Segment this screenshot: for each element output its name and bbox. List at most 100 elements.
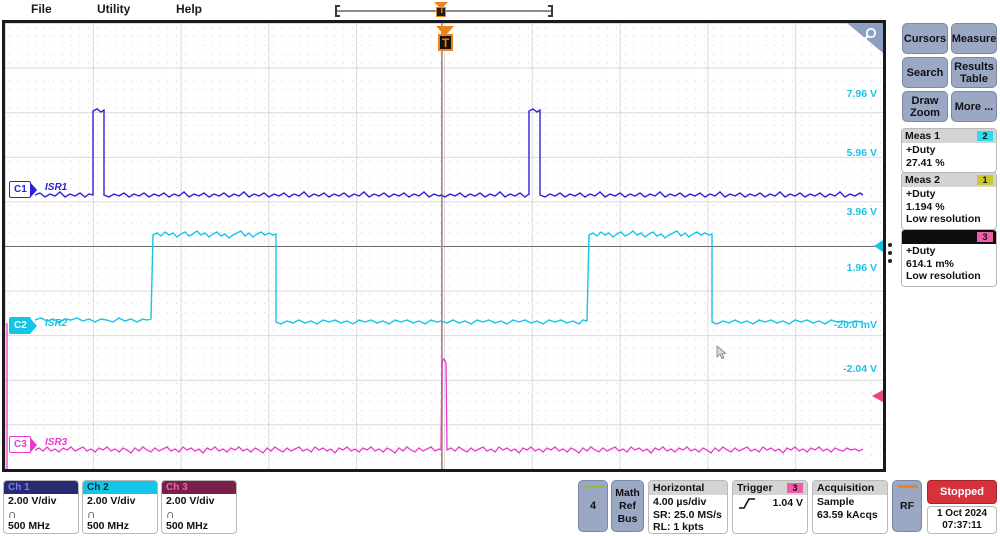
trace-isr1: [34, 108, 864, 198]
channel-card-3[interactable]: Ch 3 2.00 V/div ∩ 500 MHz: [161, 480, 237, 534]
measurement-2-note: Low resolution: [906, 213, 981, 225]
voltage-label-2: 3.96 V: [846, 206, 877, 218]
level-marker-ch2[interactable]: [874, 240, 883, 252]
measurement-1-header: Meas 1 2: [902, 129, 996, 143]
draw-zoom-button[interactable]: Draw Zoom: [902, 91, 948, 122]
measure-button[interactable]: Measure: [951, 23, 997, 54]
trigger-card-body: 1.04 V: [733, 495, 807, 511]
trigger-card-title: Trigger: [737, 482, 773, 494]
channel-card-3-body: 2.00 V/div ∩ 500 MHz: [162, 494, 236, 533]
horizontal-card[interactable]: Horizontal 4.00 µs/div SR: 25.0 MS/s RL:…: [648, 480, 728, 534]
ref-label: Ref: [619, 499, 636, 512]
rising-edge-icon: [739, 498, 755, 509]
measurement-2-type: +Duty: [906, 188, 936, 200]
search-button[interactable]: Search: [902, 57, 948, 88]
channel-4-color-bar: [584, 485, 604, 488]
measurement-2-body: +Duty 1.194 % Low resolution: [902, 187, 996, 229]
level-marker-ch3[interactable]: [872, 390, 883, 402]
time-text: 07:37:11: [942, 520, 982, 531]
math-ref-bus-button[interactable]: Math Ref Bus: [611, 480, 644, 532]
measurement-card-3[interactable]: 3 +Duty 614.1 m% Low resolution: [901, 229, 997, 287]
channel-tag-c1-label: C1: [14, 184, 27, 195]
channel-card-3-bandwidth: 500 MHz: [166, 520, 209, 532]
bottom-status-bar: Ch 1 2.00 V/div ∩ 500 MHz Ch 2 2.00 V/di…: [0, 478, 1000, 536]
date-text: 1 Oct 2024: [936, 508, 988, 519]
measurement-card-2[interactable]: Meas 2 1 +Duty 1.194 % Low resolution: [901, 172, 997, 230]
trigger-level: 1.04 V: [772, 497, 803, 510]
run-stop-button[interactable]: Stopped: [927, 480, 997, 504]
menu-item-help[interactable]: Help: [170, 1, 208, 17]
trigger-position-marker-small[interactable]: [433, 2, 449, 18]
bracket-cap-right: [548, 5, 553, 17]
measurement-2-value: 1.194 %: [906, 200, 945, 213]
menu-item-utility[interactable]: Utility: [91, 1, 136, 17]
channel-card-3-scale: 2.00 V/div: [166, 495, 215, 507]
channel-card-2-body: 2.00 V/div ∩ 500 MHz: [83, 494, 157, 533]
measurement-2-title: Meas 2: [905, 174, 941, 186]
trigger-position-marker[interactable]: T: [434, 26, 456, 54]
channel-label-isr3: ISR3: [45, 437, 68, 448]
measurement-3-note: Low resolution: [906, 270, 981, 282]
channel-card-3-title: Ch 3: [162, 481, 236, 494]
cursors-button[interactable]: Cursors: [902, 23, 948, 54]
horizontal-record-length: RL: 1 kpts: [653, 521, 704, 533]
channel-tag-c3-label: C3: [14, 439, 27, 450]
voltage-label-3: 1.96 V: [846, 262, 877, 274]
trace-isr2: [34, 230, 864, 325]
horizontal-card-body: 4.00 µs/div SR: 25.0 MS/s RL: 1 kpts: [649, 495, 727, 533]
channel-card-1-scale: 2.00 V/div: [8, 495, 57, 507]
trigger-card[interactable]: Trigger 3 1.04 V: [732, 480, 808, 534]
channel-card-2-title: Ch 2: [83, 481, 157, 494]
channel-tag-c2[interactable]: C2: [9, 317, 37, 334]
channel-card-1[interactable]: Ch 1 2.00 V/div ∩ 500 MHz: [3, 480, 79, 534]
rf-button[interactable]: RF: [892, 480, 922, 532]
measurement-3-type: +Duty: [906, 245, 936, 257]
channel-label-isr2: ISR2: [45, 318, 68, 329]
measurement-1-body: +Duty 27.41 %: [902, 143, 996, 172]
channel-card-1-title: Ch 1: [4, 481, 78, 494]
panel-resize-handle[interactable]: [888, 243, 894, 267]
measurement-1-source-badge: 2: [977, 131, 993, 141]
channel-4-label: 4: [589, 500, 597, 512]
channel-tag-c1-pointer: [30, 182, 37, 198]
measurement-card-1[interactable]: Meas 1 2 +Duty 27.41 %: [901, 128, 997, 173]
waveform-display[interactable]: T C1 ISR1 C2 ISR2 C3 ISR3 7.96 V 5.96 V …: [2, 20, 886, 472]
math-label: Math: [615, 486, 640, 499]
voltage-label-0: 7.96 V: [846, 88, 877, 100]
measurement-1-title: Meas 1: [905, 130, 941, 142]
rf-color-bar: [898, 485, 918, 488]
waveform-traces: [6, 108, 864, 469]
channel-card-2[interactable]: Ch 2 2.00 V/div ∩ 500 MHz: [82, 480, 158, 534]
datetime-display: 1 Oct 2024 07:37:11: [927, 506, 997, 534]
acquisition-card-body: Sample 63.59 kAcqs: [813, 495, 887, 522]
channel-4-button[interactable]: 4: [578, 480, 608, 532]
channel-card-1-body: 2.00 V/div ∩ 500 MHz: [4, 494, 78, 533]
menu-item-file[interactable]: File: [25, 1, 58, 17]
acquisition-count: 63.59 kAcqs: [817, 508, 878, 521]
channel-tag-c3[interactable]: C3: [9, 436, 37, 453]
horizontal-card-title: Horizontal: [649, 481, 727, 495]
magnifier-glyph: [862, 27, 877, 42]
right-sidebar: Cursors Measure Search Results Table Dra…: [898, 20, 1000, 478]
channel-tag-c2-pointer: [30, 318, 37, 334]
channel-tag-c1[interactable]: C1: [9, 181, 37, 198]
channel-tag-c2-label: C2: [14, 320, 27, 331]
bracket-cap-left: [335, 5, 340, 17]
more-button[interactable]: More ...: [951, 91, 997, 122]
measurement-2-source-badge: 1: [977, 175, 993, 185]
dc-coupling-icon: ∩: [166, 506, 175, 521]
acquisition-card-title: Acquisition: [813, 481, 887, 495]
channel-card-2-bandwidth: 500 MHz: [87, 520, 130, 532]
channel-label-isr1: ISR1: [45, 182, 68, 193]
magnifier-icon[interactable]: [847, 23, 883, 53]
results-table-button[interactable]: Results Table: [951, 57, 997, 88]
voltage-label-4: -20.0 mV: [833, 319, 877, 331]
channel-card-2-scale: 2.00 V/div: [87, 495, 136, 507]
measurement-1-value: 27.41 %: [906, 156, 945, 169]
voltage-label-5: -2.04 V: [843, 363, 877, 375]
menu-bar: File Utility Help: [0, 0, 1000, 20]
measurement-3-header: 3: [902, 230, 996, 244]
acquisition-card[interactable]: Acquisition Sample 63.59 kAcqs: [812, 480, 888, 534]
acquisition-mode: Sample: [817, 496, 855, 508]
voltage-label-1: 5.96 V: [846, 147, 877, 159]
